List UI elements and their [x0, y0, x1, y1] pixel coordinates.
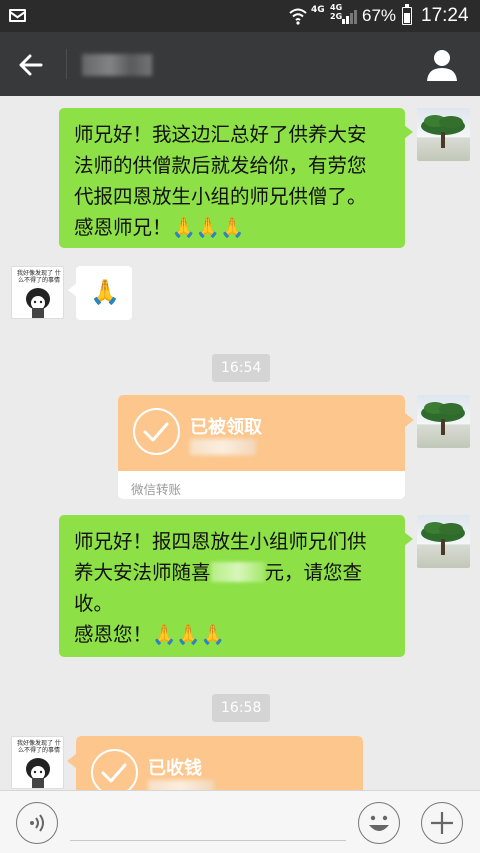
input-bar: [0, 790, 480, 853]
chat-header: [0, 32, 480, 96]
timestamp: 16:54: [212, 354, 271, 382]
battery-icon: [402, 4, 412, 25]
emoji-content: 🙏: [90, 278, 120, 306]
voice-icon[interactable]: [16, 802, 58, 844]
network-type-secondary: 4G 2G: [330, 3, 343, 21]
check-circle-icon: [91, 749, 138, 790]
status-time: 17:24: [421, 5, 469, 26]
message-bubble[interactable]: 师兄好！我这边汇总好了供养大安 法师的供僧款后就发给你，有劳您 代报四恩放生小组…: [59, 108, 413, 248]
my-avatar[interactable]: [417, 108, 470, 161]
transfer-card[interactable]: 已被领取 微信转账: [118, 395, 405, 499]
emoji-message-bubble[interactable]: 🙏: [68, 266, 132, 320]
network-type-label: 4G: [311, 5, 325, 15]
mail-icon: [9, 9, 26, 22]
wifi-icon: [289, 8, 307, 25]
transfer-card-header: 已被领取: [118, 395, 405, 471]
transfer-amount-redacted: [190, 439, 256, 455]
message-line: 养大安法师随喜 元，请您查: [74, 561, 363, 584]
message-line: 师兄好！报四恩放生小组师兄们供: [74, 530, 367, 553]
status-bar: 4G 4G 2G 67% 17:24: [0, 0, 480, 32]
message-line: 代报四恩放生小组的师兄供僧了。: [74, 185, 367, 208]
header-divider: [66, 49, 67, 79]
amount-redacted: [210, 562, 265, 582]
contact-name-redacted: [82, 54, 152, 76]
my-avatar[interactable]: [417, 515, 470, 568]
contact-avatar[interactable]: 我好像发现了 什么不得了的事情: [11, 736, 64, 789]
transfer-footer: 微信转账: [131, 482, 182, 497]
message-line: 法师的供僧款后就发给你，有劳您: [74, 154, 367, 177]
arrow-left-icon[interactable]: [16, 50, 46, 80]
transfer-status: 已收钱: [148, 758, 202, 779]
check-circle-icon: [133, 408, 180, 455]
plus-icon[interactable]: [421, 802, 463, 844]
message-input[interactable]: [70, 805, 346, 841]
contact-avatar[interactable]: 我好像发现了 什么不得了的事情: [11, 266, 64, 319]
transfer-card[interactable]: 已收钱: [76, 736, 363, 790]
signal-icon: [342, 10, 357, 24]
transfer-status: 已被领取: [190, 417, 262, 438]
battery-percentage: 67%: [362, 6, 397, 25]
chat-message-list[interactable]: 师兄好！我这边汇总好了供养大安 法师的供僧款后就发给你，有劳您 代报四恩放生小组…: [0, 96, 480, 790]
person-icon[interactable]: [425, 48, 459, 82]
my-avatar[interactable]: [417, 395, 470, 448]
transfer-card-header: 已收钱: [76, 736, 363, 790]
message-line: 师兄好！我这边汇总好了供养大安: [74, 123, 367, 146]
bubble-tail: [67, 754, 76, 768]
smiley-icon[interactable]: [358, 802, 400, 844]
message-line: 感恩您！🙏🙏🙏: [74, 623, 225, 646]
transfer-amount-redacted: [148, 780, 214, 790]
timestamp: 16:58: [212, 694, 271, 722]
message-line: 感恩师兄！🙏🙏🙏: [74, 216, 245, 239]
message-line: 收。: [74, 592, 114, 615]
message-bubble[interactable]: 师兄好！报四恩放生小组师兄们供 养大安法师随喜 元，请您查 收。 感恩您！🙏🙏🙏: [59, 515, 413, 657]
bubble-tail: [405, 413, 414, 427]
